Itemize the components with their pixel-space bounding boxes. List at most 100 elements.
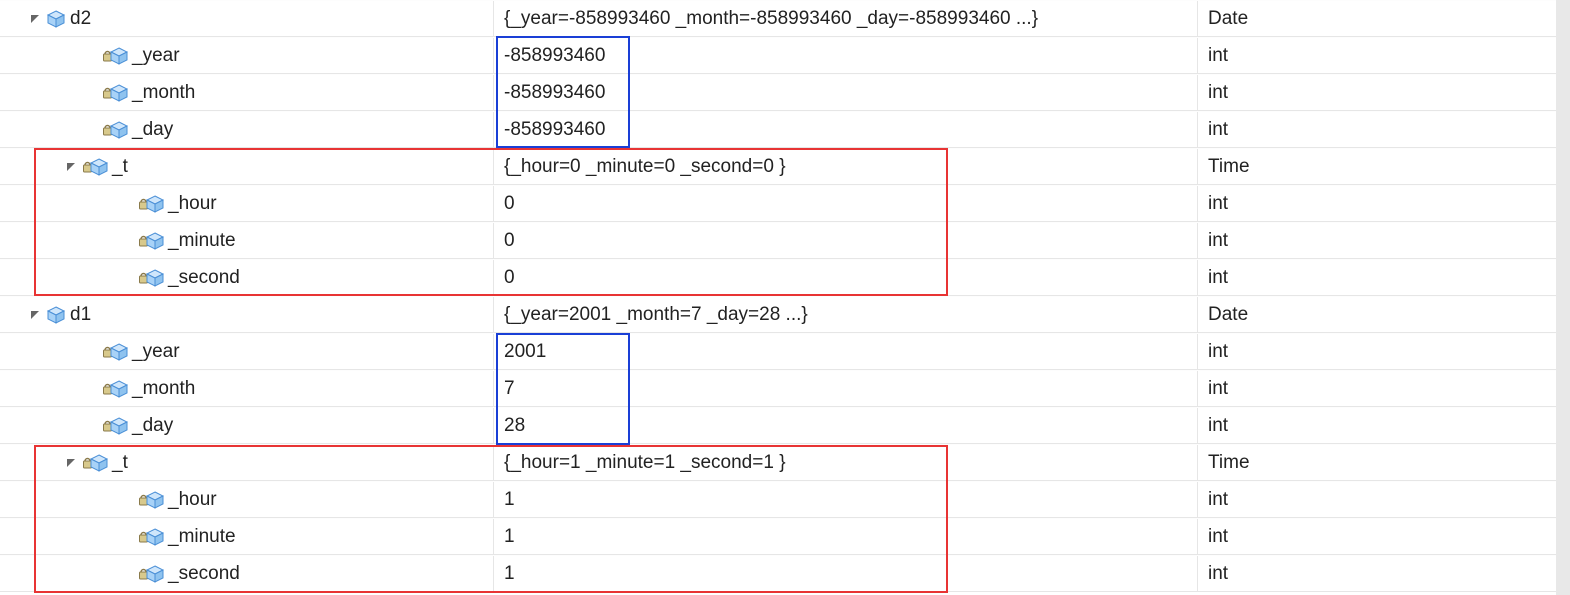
value-cell[interactable]: 28 <box>494 408 1198 443</box>
vertical-scrollbar[interactable] <box>1556 0 1570 595</box>
variable-type: int <box>1208 415 1228 437</box>
name-cell[interactable]: _second <box>0 260 494 295</box>
variable-value: {_year=2001 _month=7 _day=28 ...} <box>504 304 808 326</box>
name-cell[interactable]: d2 <box>0 1 494 36</box>
value-cell[interactable]: 0 <box>494 223 1198 258</box>
name-cell[interactable]: _t <box>0 445 494 480</box>
expander-icon[interactable] <box>64 456 78 470</box>
variable-value: {_year=-858993460 _month=-858993460 _day… <box>504 8 1038 30</box>
cube-icon <box>46 305 66 325</box>
table-row[interactable]: _hour1int <box>0 481 1556 518</box>
variable-value: {_hour=0 _minute=0 _second=0 } <box>504 156 786 178</box>
table-row[interactable]: _month -858993460int <box>0 74 1556 111</box>
table-row[interactable]: _day -858993460 int <box>0 111 1556 148</box>
type-cell: int <box>1198 75 1556 110</box>
indent <box>0 425 84 426</box>
variable-name: _second <box>168 563 240 585</box>
variable-type: int <box>1208 563 1228 585</box>
name-cell[interactable]: _month <box>0 75 494 110</box>
indent <box>0 314 28 315</box>
table-row[interactable]: _t {_hour=0 _minute=0 _second=0 } Time <box>0 148 1556 185</box>
name-cell[interactable]: _minute <box>0 223 494 258</box>
expander-icon[interactable] <box>28 308 42 322</box>
value-cell[interactable]: {_year=-858993460 _month=-858993460 _day… <box>494 1 1198 36</box>
expander-icon[interactable] <box>28 12 42 26</box>
type-cell: Date <box>1198 1 1556 36</box>
expander-icon <box>84 123 98 137</box>
variable-type: Date <box>1208 304 1248 326</box>
table-row[interactable]: _month7int <box>0 370 1556 407</box>
name-cell[interactable]: _day <box>0 112 494 147</box>
type-cell: int <box>1198 112 1556 147</box>
indent <box>0 499 120 500</box>
value-cell[interactable]: 1 <box>494 482 1198 517</box>
indent <box>0 351 84 352</box>
variable-type: int <box>1208 341 1228 363</box>
value-cell[interactable]: 1 <box>494 556 1198 591</box>
type-cell: int <box>1198 519 1556 554</box>
name-cell[interactable]: _t <box>0 149 494 184</box>
value-cell[interactable]: -858993460 <box>494 38 1198 73</box>
value-cell[interactable]: {_hour=0 _minute=0 _second=0 } <box>494 149 1198 184</box>
value-cell[interactable]: 1 <box>494 519 1198 554</box>
value-cell[interactable]: 2001 <box>494 334 1198 369</box>
name-cell[interactable]: _second <box>0 556 494 591</box>
value-cell[interactable]: -858993460 <box>494 112 1198 147</box>
indent <box>0 462 64 463</box>
value-cell[interactable]: {_year=2001 _month=7 _day=28 ...} <box>494 297 1198 332</box>
indent <box>0 388 84 389</box>
variable-value: 1 <box>504 489 515 511</box>
indent <box>0 573 120 574</box>
type-cell: int <box>1198 223 1556 258</box>
indent <box>0 536 120 537</box>
lock-cube-icon <box>102 46 128 66</box>
table-row[interactable]: _second 1 int <box>0 555 1556 592</box>
table-row[interactable]: d2 {_year=-858993460 _month=-858993460 _d… <box>0 0 1556 37</box>
name-cell[interactable]: d1 <box>0 297 494 332</box>
variable-name: _month <box>132 82 195 104</box>
table-row[interactable]: _hour0int <box>0 185 1556 222</box>
name-cell[interactable]: _day <box>0 408 494 443</box>
value-cell[interactable]: 0 <box>494 260 1198 295</box>
name-cell[interactable]: _hour <box>0 482 494 517</box>
name-cell[interactable]: _minute <box>0 519 494 554</box>
value-cell[interactable]: 0 <box>494 186 1198 221</box>
type-cell: Time <box>1198 149 1556 184</box>
table-row[interactable]: _year-858993460int <box>0 37 1556 74</box>
name-cell[interactable]: _hour <box>0 186 494 221</box>
variable-type: Date <box>1208 8 1248 30</box>
lock-cube-icon <box>82 157 108 177</box>
table-row[interactable]: _minute0int <box>0 222 1556 259</box>
table-row[interactable]: d1 {_year=2001 _month=7 _day=28 ...} Date <box>0 296 1556 333</box>
variable-value: -858993460 <box>504 45 605 67</box>
lock-cube-icon <box>138 268 164 288</box>
variable-value: 0 <box>504 193 515 215</box>
variable-name: _t <box>112 156 128 178</box>
table-row[interactable]: _day 28 int <box>0 407 1556 444</box>
variable-name: _month <box>132 378 195 400</box>
name-cell[interactable]: _year <box>0 38 494 73</box>
value-cell[interactable]: {_hour=1 _minute=1 _second=1 } <box>494 445 1198 480</box>
variable-name: d1 <box>70 304 91 326</box>
table-row[interactable]: _second0int <box>0 259 1556 296</box>
table-row[interactable]: _year2001 int <box>0 333 1556 370</box>
indent <box>0 277 120 278</box>
variable-name: d2 <box>70 8 91 30</box>
table-row[interactable]: _t{_hour=1 _minute=1 _second=1 }Time <box>0 444 1556 481</box>
name-cell[interactable]: _month <box>0 371 494 406</box>
expander-icon[interactable] <box>64 160 78 174</box>
variable-value: -858993460 <box>504 119 605 141</box>
name-cell[interactable]: _year <box>0 334 494 369</box>
expander-icon <box>120 567 134 581</box>
expander-icon <box>120 530 134 544</box>
value-cell[interactable]: -858993460 <box>494 75 1198 110</box>
variable-name: _second <box>168 267 240 289</box>
expander-icon <box>120 234 134 248</box>
variable-name: _day <box>132 119 173 141</box>
variable-value: 0 <box>504 267 515 289</box>
variable-name: _hour <box>168 489 217 511</box>
lock-cube-icon <box>102 416 128 436</box>
table-row[interactable]: _minute1int <box>0 518 1556 555</box>
value-cell[interactable]: 7 <box>494 371 1198 406</box>
variable-value: 28 <box>504 415 525 437</box>
